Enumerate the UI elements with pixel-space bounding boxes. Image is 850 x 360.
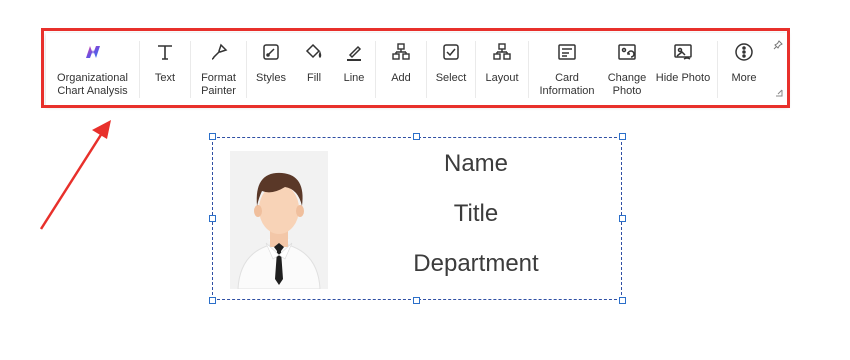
resize-handle[interactable] (413, 297, 420, 304)
card-title[interactable]: Title (390, 200, 562, 228)
resize-handle[interactable] (619, 133, 626, 140)
resize-handle[interactable] (209, 297, 216, 304)
card-name[interactable]: Name (390, 150, 562, 178)
resize-handle[interactable] (209, 215, 216, 222)
person-avatar-icon (237, 172, 321, 290)
resize-handle[interactable] (619, 215, 626, 222)
resize-handle[interactable] (413, 133, 420, 140)
resize-handle[interactable] (209, 133, 216, 140)
card-department[interactable]: Department (390, 250, 562, 278)
resize-handle[interactable] (619, 297, 626, 304)
employee-photo[interactable] (230, 151, 328, 290)
